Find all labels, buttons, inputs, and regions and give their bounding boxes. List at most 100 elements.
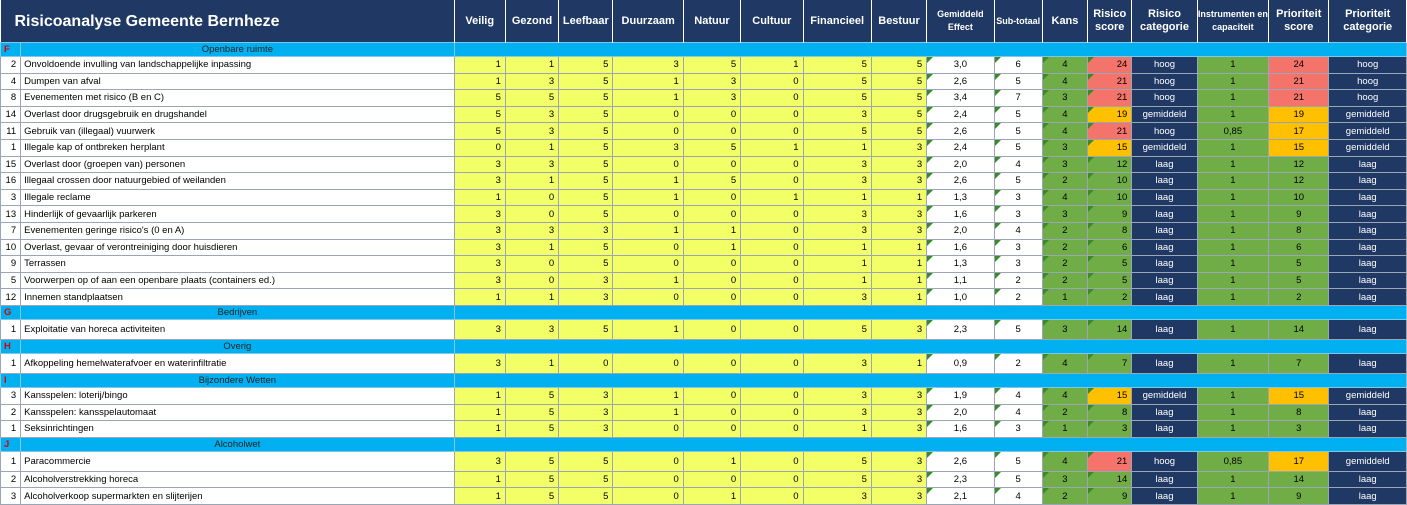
subtotaal-cell[interactable]: 7 [993, 89, 1043, 107]
score-financieel-cell[interactable]: 3 [802, 105, 872, 124]
risico-categorie-cell[interactable]: laag [1131, 205, 1198, 223]
instrumenten-cell[interactable]: 1 [1196, 221, 1270, 240]
score-financieel-cell[interactable]: 3 [802, 172, 872, 190]
risk-name-cell[interactable]: Seksinrichtingen [20, 420, 455, 438]
row-number[interactable]: 1 [0, 352, 22, 374]
score-cultuur-cell[interactable]: 0 [740, 352, 804, 374]
score-natuur-cell[interactable]: 0 [682, 352, 742, 374]
score-leefbaar-cell[interactable]: 3 [558, 386, 614, 405]
score-duurzaam-cell[interactable]: 0 [612, 238, 684, 257]
risk-name-cell[interactable]: Illegaal crossen door natuurgebied of we… [20, 172, 455, 190]
score-financieel-cell[interactable]: 3 [802, 288, 872, 306]
score-financieel-cell[interactable]: 3 [802, 487, 872, 505]
risk-name-cell[interactable]: Illegale kap of ontbreken herplant [20, 138, 455, 157]
score-natuur-cell[interactable]: 0 [682, 188, 742, 207]
effect-cell[interactable]: 1,3 [926, 188, 995, 207]
score-duurzaam-cell[interactable]: 1 [612, 386, 684, 405]
score-gezond-cell[interactable]: 3 [504, 221, 560, 240]
row-number[interactable]: 2 [0, 470, 22, 489]
kans-cell[interactable]: 4 [1041, 450, 1089, 472]
score-veilig-cell[interactable]: 3 [453, 271, 506, 290]
section-letter[interactable]: F [0, 42, 22, 57]
score-bestuur-cell[interactable]: 3 [870, 450, 928, 472]
score-bestuur-cell[interactable]: 1 [870, 271, 928, 290]
score-veilig-cell[interactable]: 0 [453, 138, 506, 157]
effect-cell[interactable]: 2,3 [926, 318, 995, 340]
effect-cell[interactable]: 2,6 [926, 72, 995, 91]
prioriteit-score-cell[interactable]: 3 [1268, 420, 1330, 438]
score-veilig-cell[interactable]: 1 [453, 470, 506, 489]
score-gezond-cell[interactable]: 5 [504, 487, 560, 505]
score-financieel-cell[interactable]: 5 [802, 56, 872, 74]
kans-cell[interactable]: 2 [1041, 255, 1089, 273]
risico-categorie-cell[interactable]: hoog [1131, 72, 1198, 91]
risico-score-cell[interactable]: 7 [1087, 352, 1133, 374]
score-veilig-cell[interactable]: 1 [453, 72, 506, 91]
score-bestuur-cell[interactable]: 5 [870, 122, 928, 140]
score-veilig-cell[interactable]: 5 [453, 89, 506, 107]
risico-score-cell[interactable]: 15 [1087, 386, 1133, 405]
score-leefbaar-cell[interactable]: 5 [558, 172, 614, 190]
effect-cell[interactable]: 1,3 [926, 255, 995, 273]
score-bestuur-cell[interactable]: 1 [870, 255, 928, 273]
effect-cell[interactable]: 1,6 [926, 205, 995, 223]
score-bestuur-cell[interactable]: 3 [870, 487, 928, 505]
risk-name-cell[interactable]: Overlast door drugsgebruik en drugshande… [20, 105, 455, 124]
subtotaal-cell[interactable]: 5 [993, 450, 1043, 472]
risico-score-cell[interactable]: 3 [1087, 420, 1133, 438]
subtotaal-cell[interactable]: 5 [993, 138, 1043, 157]
subtotaal-cell[interactable]: 4 [993, 487, 1043, 505]
score-veilig-cell[interactable]: 5 [453, 122, 506, 140]
score-financieel-cell[interactable]: 3 [802, 205, 872, 223]
score-bestuur-cell[interactable]: 3 [870, 138, 928, 157]
subtotaal-cell[interactable]: 3 [993, 238, 1043, 257]
risk-name-cell[interactable]: Overlast door (groepen van) personen [20, 155, 455, 174]
col-header-kans[interactable]: Kans [1042, 0, 1089, 43]
col-header-veilig[interactable]: Veilig [454, 0, 506, 43]
risico-score-cell[interactable]: 21 [1087, 72, 1133, 91]
instrumenten-cell[interactable]: 1 [1196, 403, 1270, 422]
row-number[interactable]: 10 [0, 238, 22, 257]
prioriteit-score-cell[interactable]: 5 [1268, 255, 1330, 273]
kans-cell[interactable]: 3 [1041, 138, 1089, 157]
instrumenten-cell[interactable]: 1 [1196, 205, 1270, 223]
score-leefbaar-cell[interactable]: 5 [558, 450, 614, 472]
prioriteit-categorie-cell[interactable]: laag [1328, 403, 1407, 422]
prioriteit-categorie-cell[interactable]: laag [1328, 352, 1407, 374]
prioriteit-score-cell[interactable]: 8 [1268, 221, 1330, 240]
section-title[interactable]: Bedrijven [20, 304, 455, 320]
col-header-duurzaam[interactable]: Duurzaam [612, 0, 684, 43]
score-duurzaam-cell[interactable]: 0 [612, 450, 684, 472]
risico-categorie-cell[interactable]: laag [1131, 487, 1198, 505]
risico-score-cell[interactable]: 5 [1087, 271, 1133, 290]
risico-score-cell[interactable]: 8 [1087, 403, 1133, 422]
instrumenten-cell[interactable]: 1 [1196, 487, 1270, 505]
risico-categorie-cell[interactable]: laag [1131, 221, 1198, 240]
effect-cell[interactable]: 2,0 [926, 155, 995, 174]
subtotaal-cell[interactable]: 5 [993, 105, 1043, 124]
score-duurzaam-cell[interactable]: 0 [612, 487, 684, 505]
prioriteit-score-cell[interactable]: 21 [1268, 72, 1330, 91]
kans-cell[interactable]: 3 [1041, 155, 1089, 174]
score-cultuur-cell[interactable]: 1 [740, 138, 804, 157]
row-number[interactable]: 16 [0, 172, 22, 190]
score-bestuur-cell[interactable]: 5 [870, 72, 928, 91]
score-duurzaam-cell[interactable]: 1 [612, 72, 684, 91]
score-gezond-cell[interactable]: 1 [504, 238, 560, 257]
risico-categorie-cell[interactable]: gemiddeld [1131, 386, 1198, 405]
row-number[interactable]: 4 [0, 72, 22, 91]
score-bestuur-cell[interactable]: 5 [870, 105, 928, 124]
section-letter[interactable]: J [0, 436, 22, 452]
subtotaal-cell[interactable]: 5 [993, 122, 1043, 140]
score-cultuur-cell[interactable]: 0 [740, 288, 804, 306]
prioriteit-score-cell[interactable]: 9 [1268, 487, 1330, 505]
prioriteit-categorie-cell[interactable]: laag [1328, 288, 1407, 306]
instrumenten-cell[interactable]: 1 [1196, 105, 1270, 124]
kans-cell[interactable]: 4 [1041, 105, 1089, 124]
prioriteit-score-cell[interactable]: 17 [1268, 122, 1330, 140]
prioriteit-categorie-cell[interactable]: gemiddeld [1328, 138, 1407, 157]
score-gezond-cell[interactable]: 3 [504, 155, 560, 174]
instrumenten-cell[interactable]: 1 [1196, 172, 1270, 190]
row-number[interactable]: 3 [0, 188, 22, 207]
score-duurzaam-cell[interactable]: 0 [612, 205, 684, 223]
